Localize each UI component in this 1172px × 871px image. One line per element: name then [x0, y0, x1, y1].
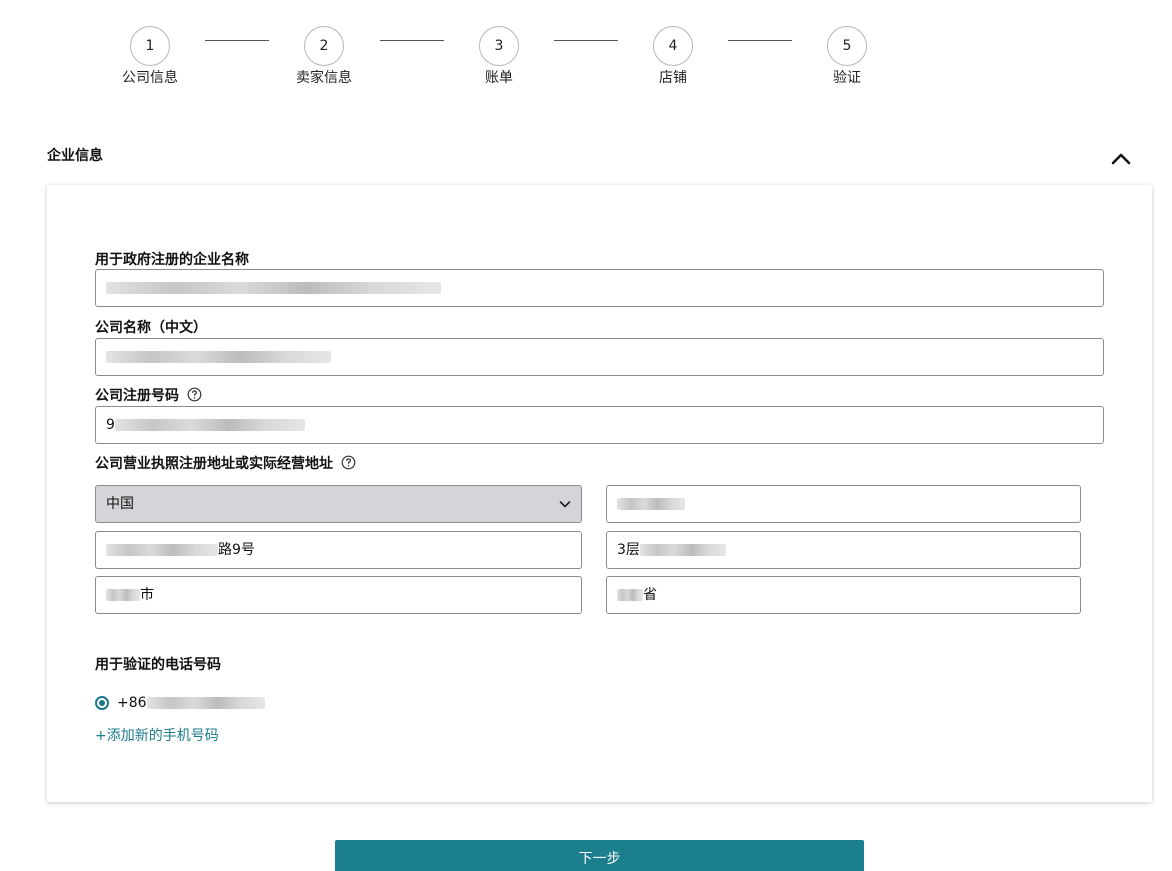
address-line1-input[interactable]: 路9号 [95, 531, 582, 569]
step-label: 账单 [485, 70, 513, 86]
collapse-section-button[interactable] [1108, 148, 1134, 168]
step-seller-info[interactable]: 2 卖家信息 [274, 26, 374, 87]
redacted-text [617, 589, 643, 601]
section-title: 企业信息 [47, 148, 103, 164]
address-label-text: 公司营业执照注册地址或实际经营地址 [95, 456, 333, 472]
seller-registration-page: 1 公司信息 2 卖家信息 3 账单 4 店铺 5 验证 企业信息 用于政府注册… [0, 0, 1172, 871]
redacted-text [639, 544, 726, 556]
chevron-up-icon [1111, 153, 1131, 165]
step-connector [380, 40, 444, 41]
company-name-cn-input[interactable] [95, 338, 1104, 376]
address-line2-value: 3层 [617, 542, 640, 558]
step-label: 卖家信息 [296, 70, 352, 86]
redacted-text [106, 282, 441, 294]
phone-radio[interactable] [95, 696, 109, 710]
registration-number-label: 公司注册号码 [95, 385, 202, 405]
step-number: 5 [827, 26, 867, 66]
help-icon[interactable] [187, 387, 202, 402]
business-info-card: 用于政府注册的企业名称 公司名称（中文） 公司注册号码 9 公司营业执照注册地址… [47, 185, 1152, 802]
address-line1-value: 路9号 [218, 542, 255, 558]
next-button[interactable]: 下一步 [335, 840, 864, 871]
business-name-input[interactable] [95, 269, 1104, 307]
registration-number-value: 9 [106, 417, 115, 433]
registration-number-label-text: 公司注册号码 [95, 388, 179, 404]
phone-label: 用于验证的电话号码 [95, 657, 221, 673]
step-label: 店铺 [659, 70, 687, 86]
redacted-text [106, 351, 331, 363]
step-billing[interactable]: 3 账单 [449, 26, 549, 87]
step-number: 1 [130, 26, 170, 66]
business-name-label: 用于政府注册的企业名称 [95, 252, 249, 268]
address-label: 公司营业执照注册地址或实际经营地址 [95, 453, 356, 473]
step-number: 2 [304, 26, 344, 66]
province-input[interactable]: 省 [606, 576, 1081, 614]
country-value: 中国 [106, 496, 134, 512]
step-connector [728, 40, 792, 41]
add-phone-link[interactable]: +添加新的手机号码 [95, 725, 219, 745]
help-icon[interactable] [341, 455, 356, 470]
registration-number-input[interactable]: 9 [95, 406, 1104, 444]
address-line2-input[interactable]: 3层 [606, 531, 1081, 569]
step-company-info[interactable]: 1 公司信息 [100, 26, 200, 87]
city-value: 市 [140, 587, 154, 603]
step-verification[interactable]: 5 验证 [797, 26, 897, 87]
redacted-text [106, 544, 218, 556]
step-label: 验证 [833, 70, 861, 86]
country-select[interactable]: 中国 [95, 485, 582, 523]
step-connector [554, 40, 618, 41]
step-store[interactable]: 4 店铺 [623, 26, 723, 87]
phone-value: +86 [117, 695, 147, 711]
redacted-text [114, 419, 305, 431]
redacted-text [106, 589, 140, 601]
redacted-text [146, 697, 265, 709]
postal-code-input[interactable] [606, 485, 1081, 523]
redacted-text [617, 498, 685, 510]
progress-stepper: 1 公司信息 2 卖家信息 3 账单 4 店铺 5 验证 [0, 0, 1172, 100]
chevron-down-icon [559, 501, 571, 508]
phone-option[interactable]: +86 [95, 695, 265, 713]
step-connector [205, 40, 269, 41]
company-name-cn-label: 公司名称（中文） [95, 320, 207, 336]
city-input[interactable]: 市 [95, 576, 582, 614]
province-value: 省 [643, 587, 657, 603]
step-number: 4 [653, 26, 693, 66]
step-label: 公司信息 [122, 70, 178, 86]
step-number: 3 [479, 26, 519, 66]
